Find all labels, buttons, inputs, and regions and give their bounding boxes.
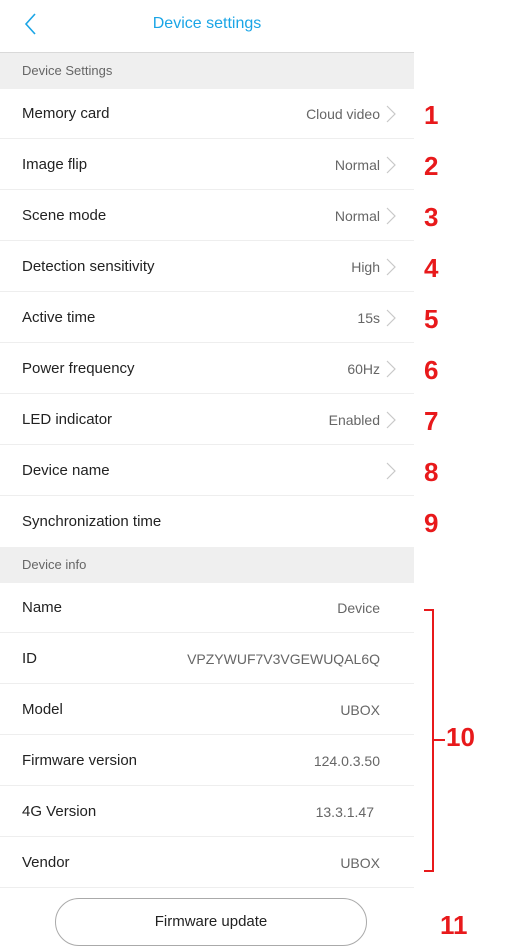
- annotation-number: 11: [440, 910, 468, 940]
- annotation-number: 8: [424, 457, 439, 487]
- info-value: UBOX: [340, 702, 380, 718]
- firmware-update-button[interactable]: Firmware update: [55, 898, 367, 946]
- setting-row-led-indicator[interactable]: LED indicator Enabled: [0, 395, 414, 445]
- annotation-number: 3: [424, 202, 439, 232]
- setting-value: Enabled: [328, 412, 380, 428]
- info-label: Name: [22, 599, 63, 616]
- info-value: VPZYWUF7V3VGEWUQAL6Q: [187, 651, 380, 667]
- setting-label: Active time: [22, 309, 96, 326]
- setting-label: Power frequency: [22, 360, 135, 377]
- info-row-vendor: Vendor UBOX: [0, 838, 414, 888]
- annotation-number: 1: [424, 100, 439, 130]
- info-value: 13.3.1.47: [315, 804, 374, 820]
- setting-row-scene-mode[interactable]: Scene mode Normal: [0, 191, 414, 241]
- setting-row-device-name[interactable]: Device name: [0, 446, 414, 496]
- info-label: Model: [22, 701, 63, 718]
- info-label: ID: [22, 650, 37, 667]
- chevron-right-icon: [386, 207, 396, 225]
- info-label: 4G Version: [22, 803, 97, 820]
- annotation-number: 4: [424, 253, 439, 283]
- info-row-model: Model UBOX: [0, 685, 414, 735]
- page-title: Device settings: [152, 15, 262, 32]
- annotation-number: 10: [446, 722, 475, 752]
- chevron-right-icon: [386, 156, 396, 174]
- setting-row-detection-sensitivity[interactable]: Detection sensitivity High: [0, 242, 414, 292]
- info-value: Device: [337, 600, 380, 616]
- info-row-id: ID VPZYWUF7V3VGEWUQAL6Q: [0, 634, 414, 684]
- info-label: Firmware version: [22, 752, 138, 769]
- setting-row-power-frequency[interactable]: Power frequency 60Hz: [0, 344, 414, 394]
- setting-value: Normal: [334, 208, 380, 224]
- top-bar: Device settings: [0, 0, 414, 53]
- section-header-device-settings: Device Settings: [0, 53, 414, 89]
- info-row-name: Name Device: [0, 583, 414, 633]
- setting-label: Image flip: [22, 156, 88, 173]
- setting-value: Normal: [334, 157, 380, 173]
- setting-row-active-time[interactable]: Active time 15s: [0, 293, 414, 343]
- chevron-right-icon: [386, 258, 396, 276]
- annotation-number: 6: [424, 355, 439, 385]
- setting-label: Detection sensitivity: [22, 258, 155, 275]
- setting-label: LED indicator: [22, 411, 113, 428]
- setting-label: Scene mode: [22, 207, 107, 224]
- info-value: 124.0.3.50: [313, 753, 380, 769]
- info-row-firmware-version: Firmware version 124.0.3.50: [0, 736, 414, 786]
- chevron-right-icon: [386, 105, 396, 123]
- setting-label: Device name: [22, 462, 110, 479]
- chevron-right-icon: [386, 360, 396, 378]
- info-row-4g-version: 4G Version 13.3.1.47: [0, 787, 414, 837]
- setting-label: Memory card: [22, 105, 110, 122]
- chevron-right-icon: [386, 462, 396, 480]
- setting-row-synchronization-time[interactable]: Synchronization time: [0, 497, 414, 547]
- section-header-device-info: Device info: [0, 547, 414, 583]
- annotation-number: 2: [424, 151, 439, 181]
- annotation-leader-line: [433, 739, 445, 741]
- setting-value: High: [351, 259, 380, 275]
- chevron-right-icon: [386, 411, 396, 429]
- info-label: Vendor: [22, 854, 70, 871]
- setting-value: Cloud video: [306, 106, 380, 122]
- chevron-right-icon: [386, 309, 396, 327]
- setting-value: 60Hz: [347, 361, 380, 377]
- annotation-number: 5: [424, 304, 439, 334]
- info-value: UBOX: [340, 855, 380, 871]
- setting-label: Synchronization time: [22, 513, 162, 530]
- setting-value: 15s: [357, 310, 380, 326]
- setting-row-memory-card[interactable]: Memory card Cloud video: [0, 89, 414, 139]
- device-settings-screen: Device settings Device Settings Memory c…: [0, 0, 414, 946]
- annotation-number: 9: [424, 508, 439, 538]
- annotation-number: 7: [424, 406, 439, 436]
- setting-row-image-flip[interactable]: Image flip Normal: [0, 140, 414, 190]
